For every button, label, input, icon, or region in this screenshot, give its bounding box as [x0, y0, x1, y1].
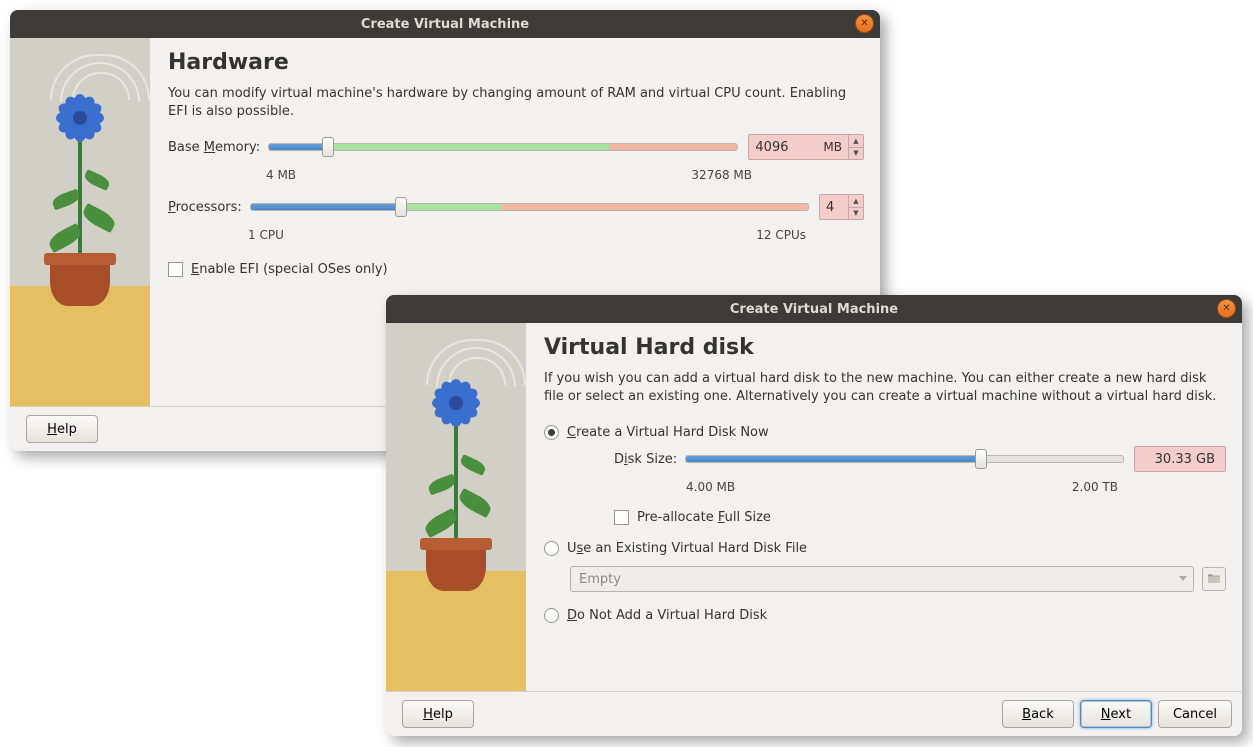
cpu-max-label: 12 CPUs: [756, 228, 806, 242]
cpu-row: Processors: ▲: [168, 194, 864, 220]
close-icon[interactable]: [1217, 299, 1236, 318]
disksize-slider[interactable]: [685, 451, 1124, 467]
wizard-illustration: [10, 38, 150, 451]
prealloc-row: Pre-allocate Full Size: [614, 510, 1226, 525]
opt-create-radio[interactable]: [544, 425, 559, 440]
window-title: Create Virtual Machine: [361, 17, 529, 32]
combo-text: Empty: [579, 572, 621, 587]
close-icon[interactable]: [855, 14, 874, 33]
efi-label: Enable EFI (special OSes only): [191, 262, 388, 277]
window-title: Create Virtual Machine: [730, 302, 898, 317]
prealloc-checkbox[interactable]: [614, 510, 629, 525]
page-description: If you wish you can add a virtual hard d…: [544, 370, 1226, 405]
help-button[interactable]: Help: [402, 700, 474, 728]
folder-icon: [1206, 571, 1222, 587]
opt-create-row: Create a Virtual Hard Disk Now: [544, 425, 1226, 440]
cpu-spinbox[interactable]: ▲ ▼: [819, 194, 864, 220]
wizard-illustration: [386, 323, 526, 736]
opt-none-label: Do Not Add a Virtual Hard Disk: [567, 608, 767, 623]
titlebar[interactable]: Create Virtual Machine: [386, 295, 1242, 323]
cpu-label: Processors:: [168, 200, 242, 215]
memory-input[interactable]: [749, 135, 823, 159]
opt-existing-radio[interactable]: [544, 541, 559, 556]
memory-row: Base Memory: MB: [168, 134, 864, 160]
memory-step-down-icon[interactable]: ▼: [849, 148, 863, 160]
efi-row: Enable EFI (special OSes only): [168, 262, 864, 277]
page-title: Virtual Hard disk: [544, 335, 1226, 360]
help-button[interactable]: Help: [26, 415, 98, 443]
harddisk-dialog: Create Virtual Machine: [386, 295, 1242, 736]
cpu-step-up-icon[interactable]: ▲: [849, 195, 863, 208]
disksize-row: Disk Size: 30.33 GB: [614, 446, 1226, 472]
browse-file-button[interactable]: [1202, 567, 1226, 591]
memory-label: Base Memory:: [168, 140, 260, 155]
disksize-value[interactable]: 30.33 GB: [1134, 446, 1226, 472]
back-button[interactable]: Back: [1002, 700, 1074, 728]
memory-max-label: 32768 MB: [691, 168, 752, 182]
cpu-input[interactable]: [820, 195, 848, 219]
cpu-min-label: 1 CPU: [248, 228, 284, 242]
cancel-button[interactable]: Cancel: [1158, 700, 1232, 728]
memory-unit: MB: [823, 135, 848, 159]
disksize-max-label: 2.00 TB: [1072, 480, 1118, 494]
cpu-slider[interactable]: [250, 199, 809, 215]
memory-min-label: 4 MB: [266, 168, 296, 182]
efi-checkbox[interactable]: [168, 262, 183, 277]
page-description: You can modify virtual machine's hardwar…: [168, 85, 864, 120]
titlebar[interactable]: Create Virtual Machine: [10, 10, 880, 38]
existing-disk-combo: Empty: [570, 566, 1194, 592]
opt-none-row: Do Not Add a Virtual Hard Disk: [544, 608, 1226, 623]
memory-slider[interactable]: [268, 139, 738, 155]
opt-existing-row: Use an Existing Virtual Hard Disk File: [544, 541, 1226, 556]
cpu-step-down-icon[interactable]: ▼: [849, 208, 863, 220]
disksize-label: Disk Size:: [614, 452, 677, 467]
opt-create-label: Create a Virtual Hard Disk Now: [567, 425, 769, 440]
next-button[interactable]: Next: [1080, 700, 1152, 728]
page-title: Hardware: [168, 50, 864, 75]
memory-spinbox[interactable]: MB ▲ ▼: [748, 134, 864, 160]
chevron-down-icon: [1179, 576, 1187, 581]
memory-step-up-icon[interactable]: ▲: [849, 135, 863, 148]
prealloc-label: Pre-allocate Full Size: [637, 510, 771, 525]
opt-existing-label: Use an Existing Virtual Hard Disk File: [567, 541, 807, 556]
opt-none-radio[interactable]: [544, 608, 559, 623]
disksize-min-label: 4.00 MB: [686, 480, 735, 494]
